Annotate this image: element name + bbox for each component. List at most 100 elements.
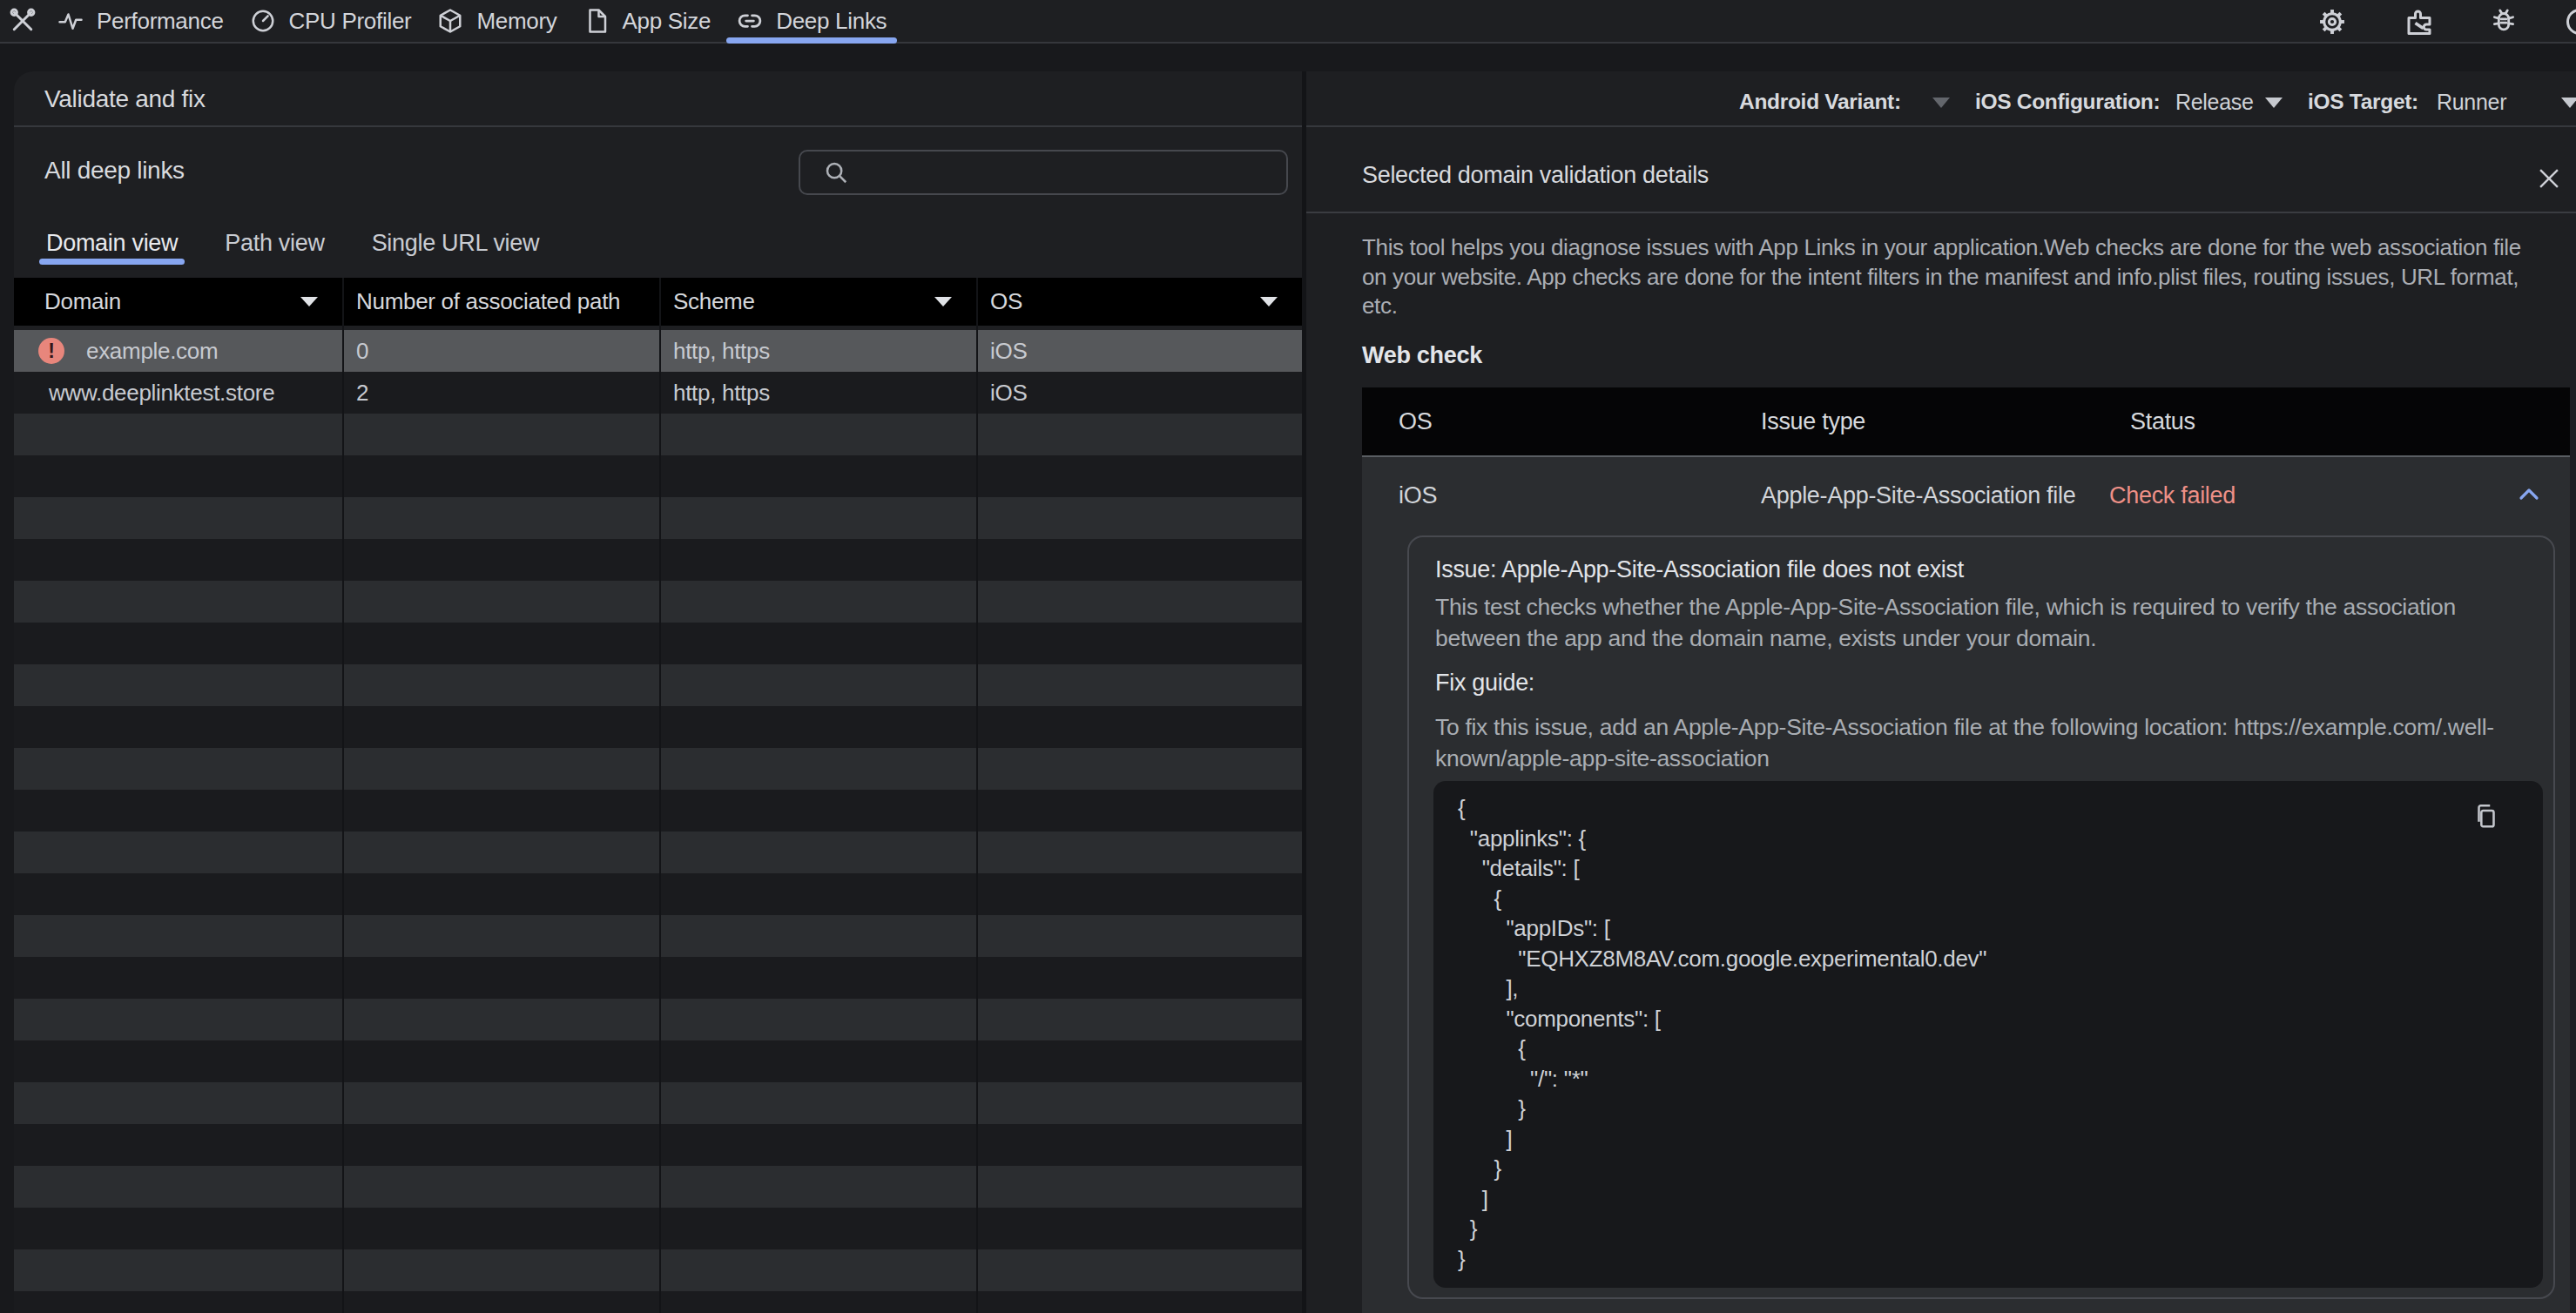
ios-target-label: iOS Target: — [2308, 90, 2418, 114]
ios-configuration-value[interactable]: Release — [2175, 90, 2254, 115]
android-variant-label: Android Variant: — [1739, 90, 1901, 114]
scheme-cell: http, https — [659, 330, 976, 372]
os-cell: iOS — [976, 372, 1302, 414]
empty-row — [14, 664, 1302, 706]
column-dropdown-arrow-icon[interactable] — [1260, 297, 1278, 306]
column-header-domain[interactable]: Domain — [14, 278, 342, 326]
empty-row — [14, 873, 1302, 915]
web-check-table-header: OS Issue type Status — [1362, 387, 2570, 455]
empty-row — [14, 581, 1302, 623]
deep-links-tool-page: { "topbar": { "logo_icon": "profiler-too… — [0, 0, 2576, 1313]
fix-guide-text: To fix this issue, add an Apple-App-Site… — [1435, 711, 2529, 774]
column-header-number-of-associated-path[interactable]: Number of associated path — [342, 278, 659, 326]
domain-cell: www.deeplinktest.store — [49, 380, 274, 407]
ios-configuration-label: iOS Configuration: — [1975, 90, 2160, 114]
issue-title: Issue: Apple-App-Site-Association file d… — [1435, 556, 1964, 583]
close-icon[interactable] — [2534, 164, 2564, 193]
os-cell: iOS — [976, 330, 1302, 372]
validation-details-section: Selected domain validation details This … — [1306, 129, 2576, 1313]
search-input[interactable] — [863, 159, 1264, 186]
profiler-tools-icon — [0, 0, 44, 42]
empty-row — [14, 539, 1302, 581]
empty-row — [14, 455, 1302, 497]
column-header-os[interactable]: OS — [976, 278, 1302, 326]
main-panel: Validate and fix Android Variant: iOS Co… — [14, 71, 2576, 1313]
error-icon: ! — [38, 338, 64, 364]
domain-row-example.com[interactable]: ! example.com 0 http, https iOS — [14, 330, 1302, 372]
details-description: This tool helps you diagnose issues with… — [1362, 233, 2542, 321]
empty-row — [14, 1249, 1302, 1291]
ios-target-value[interactable]: Runner — [2437, 90, 2506, 115]
web-check-col-os: OS — [1362, 408, 1761, 435]
web-check-table: OS Issue type Status iOS Apple-App-Site-… — [1362, 387, 2570, 1313]
copy-icon[interactable] — [2471, 802, 2501, 832]
column-header-scheme[interactable]: Scheme — [659, 278, 976, 326]
empty-row — [14, 706, 1302, 748]
settings-icon[interactable] — [2316, 6, 2348, 37]
ios-configuration-dropdown-arrow-icon[interactable] — [2265, 98, 2283, 108]
web-check-col-issue-type: Issue type — [1761, 408, 2130, 435]
top-tab-app-size[interactable]: App Size — [570, 0, 725, 42]
domain-cell: example.com — [86, 338, 218, 365]
web-check-row-ios[interactable]: iOS Apple-App-Site-Association file Chec… — [1362, 457, 2570, 534]
deep-links-icon — [737, 8, 763, 34]
column-dropdown-arrow-icon[interactable] — [300, 297, 318, 306]
view-tab-path-view[interactable]: Path view — [211, 219, 338, 265]
empty-row — [14, 1166, 1302, 1208]
fix-guide-label: Fix guide: — [1435, 670, 1534, 697]
domain-row-www.deeplinktest.store[interactable]: www.deeplinktest.store 2 http, https iOS — [14, 372, 1302, 414]
ios-target-dropdown-arrow-icon[interactable] — [2561, 98, 2576, 108]
empty-row — [14, 1040, 1302, 1082]
android-variant-dropdown-arrow-icon[interactable] — [1932, 98, 1950, 108]
web-check-heading: Web check — [1362, 342, 1482, 369]
empty-row — [14, 623, 1302, 664]
top-tab-performance[interactable]: Performance — [44, 0, 237, 42]
top-tab-bar: PerformanceCPU ProfilerMemoryApp SizeDee… — [0, 0, 2576, 44]
top-tab-memory[interactable]: Memory — [424, 0, 570, 42]
details-title: Selected domain validation details — [1362, 162, 1709, 189]
empty-row — [14, 1082, 1302, 1124]
web-check-col-status: Status — [2130, 408, 2570, 435]
bug-icon[interactable] — [2489, 6, 2519, 36]
panel-title: Validate and fix — [44, 85, 206, 113]
aasa-code: { "applinks": { "details": [ { "appIDs":… — [1458, 793, 2519, 1274]
web-check-row-issue-type: Apple-App-Site-Association file — [1761, 482, 2109, 509]
column-dropdown-arrow-icon[interactable] — [934, 297, 952, 306]
empty-row — [14, 1291, 1302, 1313]
aasa-code-block: { "applinks": { "details": [ { "appIDs":… — [1433, 781, 2543, 1288]
empty-row — [14, 999, 1302, 1040]
search-box[interactable] — [799, 150, 1288, 195]
web-check-row-os: iOS — [1362, 482, 1761, 509]
empty-row — [14, 915, 1302, 957]
paths-cell: 0 — [342, 330, 659, 372]
issue-details-card: Issue: Apple-App-Site-Association file d… — [1407, 535, 2555, 1299]
chevron-up-icon[interactable] — [2517, 484, 2541, 505]
domains-table-body: ! example.com 0 http, https iOS www.deepl… — [14, 326, 1302, 1313]
clock-icon[interactable] — [2564, 6, 2576, 37]
top-tab-deep-links[interactable]: Deep Links — [724, 0, 900, 42]
app-size-icon — [583, 8, 610, 34]
domains-table-header: DomainNumber of associated pathSchemeOS — [14, 278, 1302, 326]
issue-description: This test checks whether the Apple-App-S… — [1435, 591, 2529, 654]
view-tab-single-url-view[interactable]: Single URL view — [358, 219, 554, 265]
view-tabs: Domain view Path view Single URL view — [32, 219, 553, 265]
empty-row — [14, 1208, 1302, 1249]
memory-icon — [437, 8, 463, 34]
empty-row — [14, 957, 1302, 999]
performance-icon — [57, 8, 84, 34]
search-icon — [823, 159, 849, 185]
cpu-profiler-icon — [250, 8, 276, 34]
web-check-table-body: iOS Apple-App-Site-Association file Chec… — [1362, 457, 2570, 1313]
empty-row — [14, 832, 1302, 873]
empty-row — [14, 748, 1302, 790]
empty-row — [14, 414, 1302, 455]
web-check-row-status: Check failed — [2109, 482, 2570, 509]
paths-cell: 2 — [342, 372, 659, 414]
empty-row — [14, 790, 1302, 832]
view-tab-domain-view[interactable]: Domain view — [32, 219, 192, 265]
validate-toolbar: Validate and fix Android Variant: iOS Co… — [14, 71, 2576, 127]
all-deep-links-title: All deep links — [44, 157, 185, 185]
top-tab-cpu-profiler[interactable]: CPU Profiler — [237, 0, 425, 42]
plugins-icon[interactable] — [2404, 6, 2435, 37]
deep-links-list-section: All deep links Domain view Path view Singl… — [14, 129, 1302, 1313]
